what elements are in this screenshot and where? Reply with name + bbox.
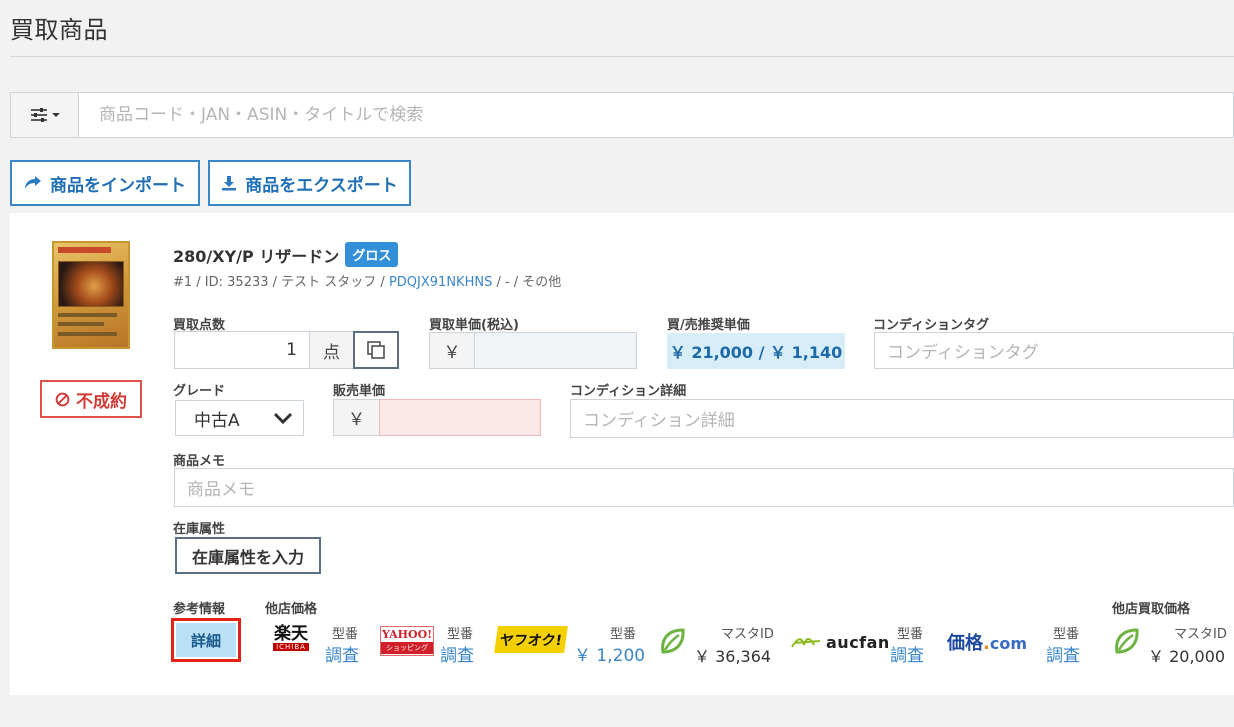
export-button-label: 商品をエクスポート	[245, 175, 398, 196]
sell-price-label: 販売単価	[333, 384, 386, 399]
search-input[interactable]	[79, 93, 1233, 137]
not-deal-button[interactable]: 不成約	[40, 380, 142, 418]
copy-icon	[367, 341, 385, 359]
page-title: 買取商品	[10, 16, 108, 44]
reference-label: 参考情報	[173, 602, 226, 617]
aucfan-logo: aucfan	[790, 630, 890, 654]
condition-tag-label: コンディションタグ	[873, 318, 990, 333]
detail-button[interactable]: 詳細	[176, 623, 236, 657]
leaf1-master-id-label: マスタID	[721, 627, 774, 642]
filter-dropdown-button[interactable]	[11, 93, 79, 137]
other-price-label: 他店価格	[265, 602, 318, 617]
sell-price-input[interactable]	[379, 399, 541, 436]
qty-value: 1	[286, 340, 297, 360]
import-products-button[interactable]: 商品をインポート	[10, 160, 200, 206]
grade-value: 中古A	[194, 410, 240, 431]
leaf1-price: ￥ 36,364	[694, 647, 772, 666]
product-code-link[interactable]: PDQJX91NKHNS	[389, 275, 492, 290]
export-products-button[interactable]: 商品をエクスポート	[208, 160, 411, 206]
leaf2-price: ￥ 20,000	[1148, 647, 1226, 666]
kakaku-logo-com: com	[989, 634, 1027, 653]
kakaku-com-logo: 価格. com	[947, 629, 1027, 654]
rakuten-search-link[interactable]: 調査	[325, 641, 359, 666]
recommend-price-label: 買/売推奨単価	[667, 318, 750, 333]
memo-label: 商品メモ	[173, 454, 226, 469]
aucfan-model-label: 型番	[897, 627, 924, 642]
sell-price-prefix: ￥	[333, 399, 380, 436]
aucfan-mark-icon	[791, 638, 821, 648]
not-deal-label: 不成約	[76, 391, 127, 412]
share-icon	[25, 176, 41, 189]
stock-attr-button[interactable]: 在庫属性を入力	[175, 537, 321, 574]
download-icon	[222, 176, 237, 191]
rakuten-logo: 楽天 ICHIBA	[266, 625, 316, 655]
product-panel: 不成約 280/XY/P リザードン グロス #1 / ID: 35233 / …	[10, 213, 1234, 695]
rakuten-model-label: 型番	[332, 627, 359, 642]
condition-detail-input[interactable]: コンディション詳細	[570, 399, 1234, 438]
grade-label: グレード	[173, 384, 226, 399]
yahoo-search-link[interactable]: 調査	[440, 641, 474, 666]
kakaku-logo-dot: .	[983, 633, 990, 654]
gloss-badge: グロス	[345, 242, 399, 267]
caret-down-icon	[51, 113, 60, 117]
yahoo-model-label: 型番	[447, 627, 474, 642]
memo-placeholder: 商品メモ	[187, 480, 255, 500]
kakaku-search-link[interactable]: 調査	[1046, 641, 1080, 666]
qty-input[interactable]: 1	[174, 331, 310, 369]
condition-detail-label: コンディション詳細	[570, 384, 687, 399]
meta-suffix: / - / その他	[492, 275, 562, 290]
sliders-icon	[30, 108, 47, 122]
import-button-label: 商品をインポート	[50, 175, 186, 196]
ban-icon	[55, 392, 70, 406]
qty-unit: 点	[309, 331, 354, 369]
rakuten-logo-sub: ICHIBA	[273, 643, 309, 651]
condition-tag-placeholder: コンディションタグ	[887, 343, 1039, 363]
yahoo-logo-sub: ショッピング	[381, 642, 433, 654]
yahoo-shopping-logo: YAHOO! ショッピング	[380, 626, 434, 656]
kakaku-model-label: 型番	[1053, 627, 1080, 642]
meta-prefix: #1 / ID: 35233 / テスト スタッフ /	[173, 275, 389, 290]
yafuoku-logo: ヤフオク!	[494, 626, 568, 653]
product-meta: #1 / ID: 35233 / テスト スタッフ / PDQJX91NKHNS…	[173, 271, 561, 290]
leaf-icon	[1115, 628, 1139, 654]
product-name-row: 280/XY/P リザードン グロス	[173, 242, 399, 267]
memo-input[interactable]: 商品メモ	[174, 468, 1234, 507]
kakaku-logo-main: 価格	[947, 633, 983, 654]
search-bar	[10, 92, 1234, 138]
buy-price-prefix: ￥	[429, 332, 475, 369]
detail-button-frame: 詳細	[171, 618, 241, 662]
leaf2-master-id-label: マスタID	[1174, 627, 1227, 642]
condition-tag-input[interactable]: コンディションタグ	[874, 332, 1234, 369]
aucfan-search-link[interactable]: 調査	[890, 641, 924, 666]
chevron-down-icon	[273, 412, 293, 424]
buy-price-label: 買取単価(税込)	[429, 318, 519, 333]
rakuten-logo-main: 楽天	[274, 624, 308, 644]
yafuoku-model-label: 型番	[610, 627, 637, 642]
yahoo-logo-main: YAHOO!	[381, 628, 433, 641]
other-buy-price-label: 他店買取価格	[1112, 602, 1191, 617]
condition-detail-placeholder: コンディション詳細	[583, 411, 735, 431]
buy-price-input[interactable]	[474, 332, 637, 369]
grade-select[interactable]: 中古A	[175, 400, 304, 436]
leaf-icon	[661, 628, 685, 654]
stock-attr-label: 在庫属性	[173, 522, 226, 537]
yafuoku-price-link[interactable]: ￥ 1,200	[574, 641, 645, 666]
copy-button[interactable]	[353, 331, 399, 369]
aucfan-logo-text: aucfan	[826, 632, 890, 652]
product-name: 280/XY/P リザードン	[173, 246, 340, 266]
product-image[interactable]	[52, 241, 130, 349]
recommend-price-value: ￥ 21,000 / ￥ 1,140	[667, 333, 845, 369]
title-divider	[10, 56, 1234, 57]
